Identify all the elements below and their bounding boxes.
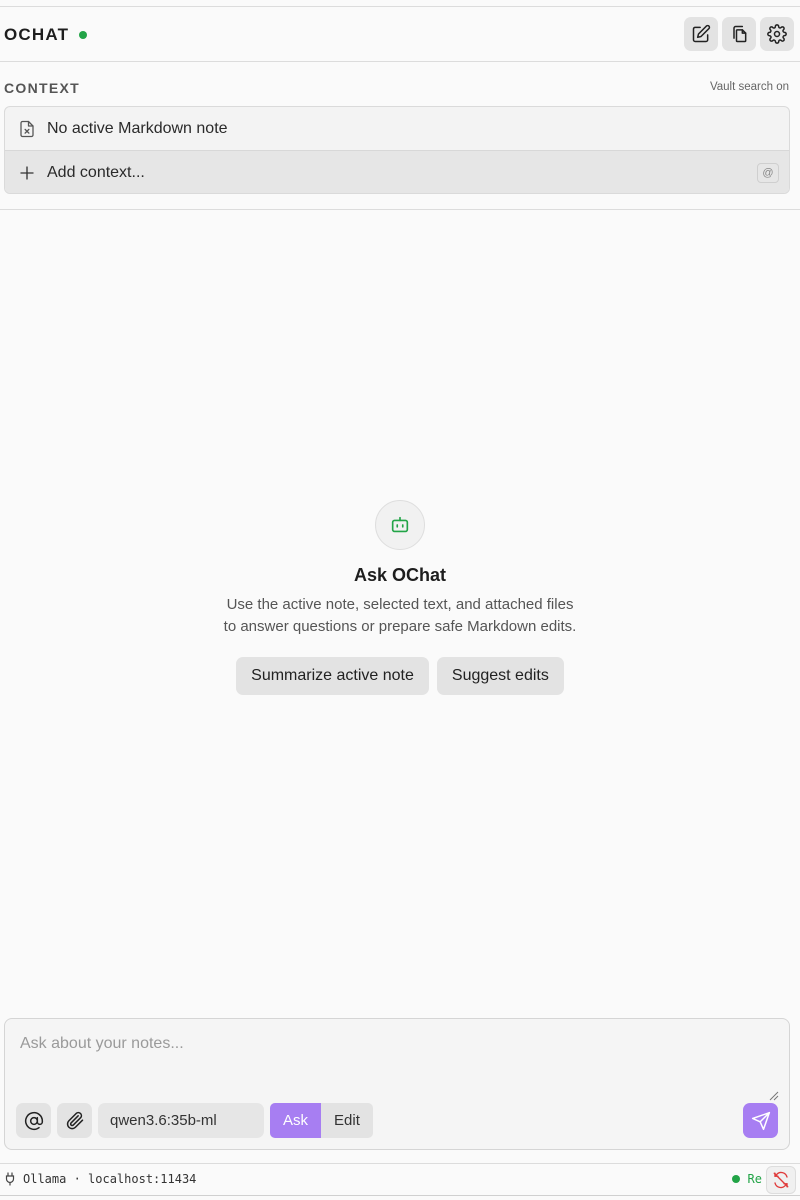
statusbar-divider: [0, 1163, 800, 1164]
ready-status-text: Re: [747, 1172, 762, 1186]
add-context-label: Add context...: [47, 163, 145, 181]
suggestion-buttons: Summarize active note Suggest edits: [236, 657, 564, 695]
gear-icon: [767, 24, 787, 44]
ready-status-dot: [731, 1175, 740, 1183]
panel-header: OCHAT: [0, 7, 800, 62]
empty-state-title: Ask OChat: [353, 565, 447, 585]
sync-off-icon: [773, 1171, 789, 1189]
attach-file-button[interactable]: [57, 1103, 92, 1138]
resize-grip-icon[interactable]: [769, 1091, 779, 1101]
new-chat-button[interactable]: [684, 17, 718, 51]
mode-edit-button[interactable]: Edit: [321, 1103, 373, 1138]
send-button[interactable]: [743, 1103, 778, 1138]
copy-icon: [733, 25, 747, 43]
ready-status: Re: [731, 1172, 762, 1186]
settings-button[interactable]: [760, 17, 794, 51]
plug-icon: [5, 1172, 15, 1186]
suggest-edits-button[interactable]: Suggest edits: [436, 657, 564, 695]
at-sign-icon: [24, 1111, 43, 1130]
bot-icon: [391, 516, 409, 533]
context-panel: No active Markdown note Add context... @: [4, 106, 790, 194]
file-x-icon: [17, 119, 37, 139]
summarize-note-button[interactable]: Summarize active note: [236, 657, 429, 695]
composer-toolbar: qwen3.6:35b-ml Ask Edit: [16, 1103, 373, 1138]
copy-button[interactable]: [722, 17, 756, 51]
plus-icon: [17, 163, 37, 183]
context-divider: [0, 209, 800, 210]
empty-state-description: Use the active note, selected text, and …: [223, 596, 577, 635]
mention-button[interactable]: [16, 1103, 51, 1138]
new-chat-icon: [692, 24, 711, 43]
vault-search-status: Vault search on: [709, 81, 789, 93]
paperclip-icon: [66, 1111, 83, 1129]
message-input[interactable]: Ask about your notes...: [20, 1035, 184, 1053]
connection-text: Ollama · localhost:11434: [23, 1172, 197, 1186]
mode-toggle: Ask Edit: [270, 1103, 373, 1138]
mode-ask-button[interactable]: Ask: [270, 1103, 322, 1138]
bot-avatar: [375, 500, 425, 550]
connection-status: Ollama · localhost:11434: [4, 1172, 196, 1186]
header-divider: [0, 61, 800, 62]
send-icon: [751, 1111, 770, 1130]
active-note-text: No active Markdown note: [47, 119, 228, 137]
bottom-divider: [0, 1195, 800, 1196]
add-context-button[interactable]: Add context... @: [5, 150, 789, 193]
header-actions: [684, 17, 794, 51]
mention-shortcut-badge: @: [757, 162, 779, 183]
model-selector[interactable]: qwen3.6:35b-ml: [98, 1103, 264, 1138]
context-section-label: CONTEXT: [4, 80, 80, 96]
connection-status-dot: [79, 31, 88, 39]
active-note-row: No active Markdown note: [5, 107, 789, 150]
empty-state: Ask OChat Use the active note, selected …: [0, 500, 800, 695]
sync-button[interactable]: [766, 1166, 796, 1194]
app-title: OCHAT: [4, 24, 70, 44]
message-composer[interactable]: Ask about your notes... qwen3.6:35b-ml A…: [4, 1018, 790, 1150]
